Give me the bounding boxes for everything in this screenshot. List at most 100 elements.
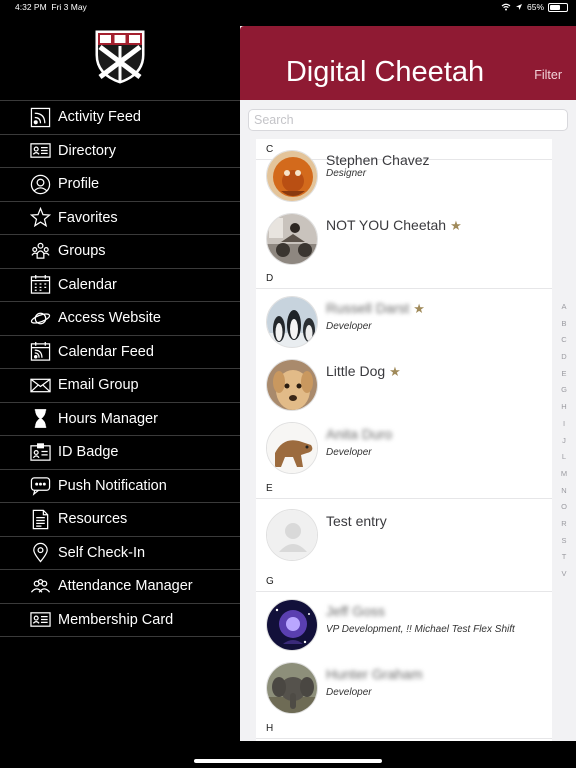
- hourglass-icon: [29, 408, 51, 430]
- menu-item-resources[interactable]: Resources: [0, 503, 240, 537]
- index-letter-i[interactable]: I: [558, 419, 570, 436]
- search-input[interactable]: [248, 109, 568, 131]
- home-indicator[interactable]: [194, 759, 382, 763]
- document-icon: [29, 508, 51, 530]
- directory-list: C Stephen Chavez Designer NOT YOU Cheeta…: [256, 139, 552, 741]
- menu-label: Calendar: [58, 276, 117, 293]
- index-letter-b[interactable]: B: [558, 319, 570, 336]
- people-icon: [29, 575, 51, 597]
- list-item[interactable]: Stephen Chavez Designer: [256, 150, 552, 206]
- menu-item-calendar[interactable]: Calendar: [0, 269, 240, 302]
- index-letter-t[interactable]: T: [558, 552, 570, 569]
- status-time: 4:32 PM Fri 3 May: [15, 2, 87, 12]
- menu-label: Resources: [58, 511, 128, 528]
- menu-item-id-badge[interactable]: ID Badge: [0, 436, 240, 470]
- list-item[interactable]: Hunter Graham Developer: [256, 655, 552, 718]
- avatar: [266, 662, 318, 714]
- profile-icon: [29, 173, 51, 195]
- list-item[interactable]: Russell Darst ★ Developer: [256, 289, 552, 352]
- favorite-star-icon: ★: [389, 364, 401, 379]
- menu-label: Email Group: [58, 377, 139, 394]
- menu-item-favorites[interactable]: Favorites: [0, 202, 240, 235]
- menu-label: Attendance Manager: [58, 578, 193, 595]
- index-letter-n[interactable]: N: [558, 486, 570, 503]
- menu-item-push-notification[interactable]: Push Notification: [0, 470, 240, 503]
- menu-item-calendar-feed[interactable]: Calendar Feed: [0, 336, 240, 369]
- avatar: [266, 422, 318, 474]
- id-card-icon: [29, 140, 51, 162]
- section-index-bar[interactable]: ABCDEGHIJLMNORSTV: [558, 302, 570, 586]
- avatar: [266, 213, 318, 265]
- index-letter-j[interactable]: J: [558, 436, 570, 453]
- star-icon: [29, 207, 51, 229]
- contact-name: Anita Duro: [326, 426, 393, 442]
- menu-label: Hours Manager: [58, 410, 158, 427]
- wifi-icon: [501, 3, 511, 11]
- menu-item-activity-feed[interactable]: Activity Feed: [0, 101, 240, 135]
- badge-icon: [29, 441, 51, 463]
- page-title: Digital Cheetah: [285, 56, 485, 88]
- status-bar: 4:32 PM Fri 3 May 65%: [0, 0, 576, 14]
- contact-name-text: NOT YOU Cheetah: [326, 217, 447, 233]
- menu-item-groups[interactable]: Groups: [0, 235, 240, 269]
- menu-item-hours-manager[interactable]: Hours Manager: [0, 403, 240, 436]
- location-arrow-icon: [515, 4, 522, 10]
- index-letter-o[interactable]: O: [558, 502, 570, 519]
- menu-item-attendance-manager[interactable]: Attendance Manager: [0, 570, 240, 604]
- menu-item-directory[interactable]: Directory: [0, 135, 240, 168]
- index-letter-v[interactable]: V: [558, 569, 570, 586]
- location-pin-icon: [29, 542, 51, 564]
- list-item[interactable]: [256, 739, 552, 741]
- menu-label: Membership Card: [58, 611, 174, 628]
- menu-item-profile[interactable]: Profile: [0, 168, 240, 202]
- chat-bubble-icon: [29, 475, 51, 497]
- sidebar: Activity Feed Directory Profile Favorite…: [0, 14, 240, 754]
- battery-fill: [550, 4, 561, 10]
- section-header-g: G: [256, 571, 552, 592]
- calendar-feed-icon: [29, 341, 51, 363]
- logo: [0, 14, 240, 100]
- index-letter-m[interactable]: M: [558, 469, 570, 486]
- contact-name: Stephen Chavez: [326, 152, 430, 168]
- section-header-d: D: [256, 268, 552, 289]
- contact-name: NOT YOU Cheetah ★: [326, 217, 462, 234]
- menu-item-self-check-in[interactable]: Self Check-In: [0, 537, 240, 570]
- envelope-icon: [29, 374, 51, 396]
- index-letter-a[interactable]: A: [558, 302, 570, 319]
- screen: { "status": { "time": "4:32 PM", "date":…: [0, 0, 576, 768]
- index-letter-c[interactable]: C: [558, 335, 570, 352]
- list-item[interactable]: Test entry: [256, 499, 552, 571]
- battery-percent: 65%: [526, 2, 544, 12]
- planet-icon: [29, 307, 51, 329]
- index-letter-h[interactable]: H: [558, 402, 570, 419]
- section-header-h: H: [256, 718, 552, 739]
- contact-role: Designer: [326, 168, 367, 179]
- avatar: [266, 599, 318, 651]
- list-item[interactable]: Anita Duro Developer: [256, 415, 552, 478]
- index-letter-e[interactable]: E: [558, 369, 570, 386]
- main-panel: Digital Cheetah Filter C Stephen Chavez …: [240, 26, 576, 741]
- list-item[interactable]: NOT YOU Cheetah ★: [256, 206, 552, 268]
- contact-name: Little Dog ★: [326, 363, 401, 380]
- filter-button[interactable]: Filter: [534, 68, 562, 82]
- menu-label: Favorites: [58, 209, 118, 226]
- index-letter-d[interactable]: D: [558, 352, 570, 369]
- groups-icon: [29, 240, 51, 262]
- list-item[interactable]: Jeff Goss VP Development, !! Michael Tes…: [256, 592, 552, 655]
- index-letter-r[interactable]: R: [558, 519, 570, 536]
- contact-role: Developer: [326, 321, 372, 332]
- menu-label: Push Notification: [58, 477, 167, 494]
- menu-label: Activity Feed: [58, 109, 141, 126]
- index-letter-l[interactable]: L: [558, 452, 570, 469]
- index-letter-s[interactable]: S: [558, 536, 570, 553]
- avatar: [266, 359, 318, 411]
- contact-name-text: Little Dog: [326, 363, 386, 379]
- avatar-placeholder: [266, 509, 318, 561]
- avatar: [266, 296, 318, 348]
- contact-role: Developer: [326, 447, 372, 458]
- menu-item-membership-card[interactable]: Membership Card: [0, 604, 240, 637]
- index-letter-g[interactable]: G: [558, 385, 570, 402]
- list-item[interactable]: Little Dog ★: [256, 352, 552, 415]
- menu-item-email-group[interactable]: Email Group: [0, 369, 240, 403]
- menu-item-access-website[interactable]: Access Website: [0, 302, 240, 336]
